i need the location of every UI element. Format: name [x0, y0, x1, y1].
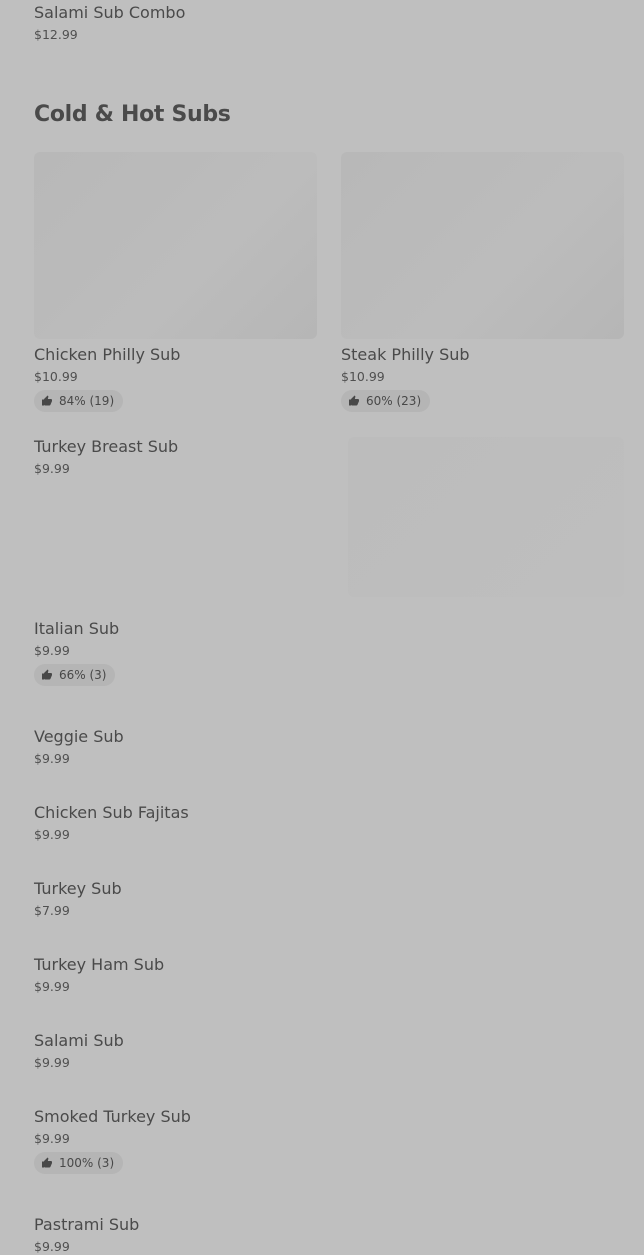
thumbs-up-icon	[42, 1157, 52, 1168]
menu-item-pastrami-sub[interactable]: Pastrami Sub $9.99	[34, 1215, 334, 1255]
item-price: $9.99	[34, 751, 70, 766]
rating-badge: 84% (19)	[34, 390, 124, 412]
item-price: $9.99	[34, 1131, 70, 1146]
menu-item-salami-sub-combo[interactable]: Salami Sub Combo $12.99	[34, 3, 334, 43]
menu-item-turkey-breast-sub[interactable]: Turkey Breast Sub $9.99	[34, 437, 334, 477]
item-name: Pastrami Sub	[34, 1215, 140, 1234]
menu-item-turkey-ham-sub[interactable]: Turkey Ham Sub $9.99	[34, 955, 334, 995]
rating-text: 66% (3)	[59, 668, 107, 682]
item-name: Veggie Sub	[34, 727, 124, 746]
item-price: $9.99	[34, 979, 70, 994]
item-name: Turkey Breast Sub	[34, 437, 179, 456]
rating-badge: 100% (3)	[34, 1152, 124, 1174]
menu-item-smoked-turkey-sub[interactable]: Smoked Turkey Sub $9.99 100% (3)	[34, 1107, 334, 1174]
menu-item-italian-sub[interactable]: Italian Sub $9.99 66% (3)	[34, 619, 334, 686]
item-image-turkey-breast-sub[interactable]	[348, 437, 624, 597]
item-price: $10.99	[34, 369, 78, 384]
rating-text: 60% (23)	[366, 394, 422, 408]
item-price: $9.99	[34, 461, 70, 476]
item-price: $9.99	[34, 1055, 70, 1070]
item-name: Salami Sub	[34, 1031, 124, 1050]
menu-item-turkey-sub[interactable]: Turkey Sub $7.99	[34, 879, 334, 919]
item-name: Chicken Philly Sub	[34, 345, 181, 364]
item-price: $9.99	[34, 1239, 70, 1254]
item-price: $9.99	[34, 643, 70, 658]
item-price: $12.99	[34, 27, 78, 42]
item-name: Chicken Sub Fajitas	[34, 803, 189, 822]
rating-text: 100% (3)	[59, 1156, 115, 1170]
menu-item-veggie-sub[interactable]: Veggie Sub $9.99	[34, 727, 334, 767]
item-image	[34, 152, 317, 339]
featured-card-steak-philly-sub[interactable]: Steak Philly Sub $10.99 60% (23)	[341, 152, 624, 412]
item-name: Turkey Sub	[34, 879, 122, 898]
item-price: $9.99	[34, 827, 70, 842]
rating-badge: 66% (3)	[34, 664, 116, 686]
featured-card-chicken-philly-sub[interactable]: Chicken Philly Sub $10.99 84% (19)	[34, 152, 317, 412]
thumbs-up-icon	[42, 395, 52, 406]
rating-text: 84% (19)	[59, 394, 115, 408]
item-price: $10.99	[341, 369, 385, 384]
item-price: $7.99	[34, 903, 70, 918]
section-title: Cold & Hot Subs	[34, 102, 231, 127]
item-name: Steak Philly Sub	[341, 345, 470, 364]
rating-badge: 60% (23)	[341, 390, 431, 412]
thumbs-up-icon	[349, 395, 359, 406]
menu-item-chicken-sub-fajitas[interactable]: Chicken Sub Fajitas $9.99	[34, 803, 334, 843]
item-image	[341, 152, 624, 339]
item-name: Turkey Ham Sub	[34, 955, 165, 974]
item-name: Smoked Turkey Sub	[34, 1107, 191, 1126]
menu-item-salami-sub[interactable]: Salami Sub $9.99	[34, 1031, 334, 1071]
item-name: Salami Sub Combo	[34, 3, 186, 22]
thumbs-up-icon	[42, 669, 52, 680]
item-name: Italian Sub	[34, 619, 120, 638]
